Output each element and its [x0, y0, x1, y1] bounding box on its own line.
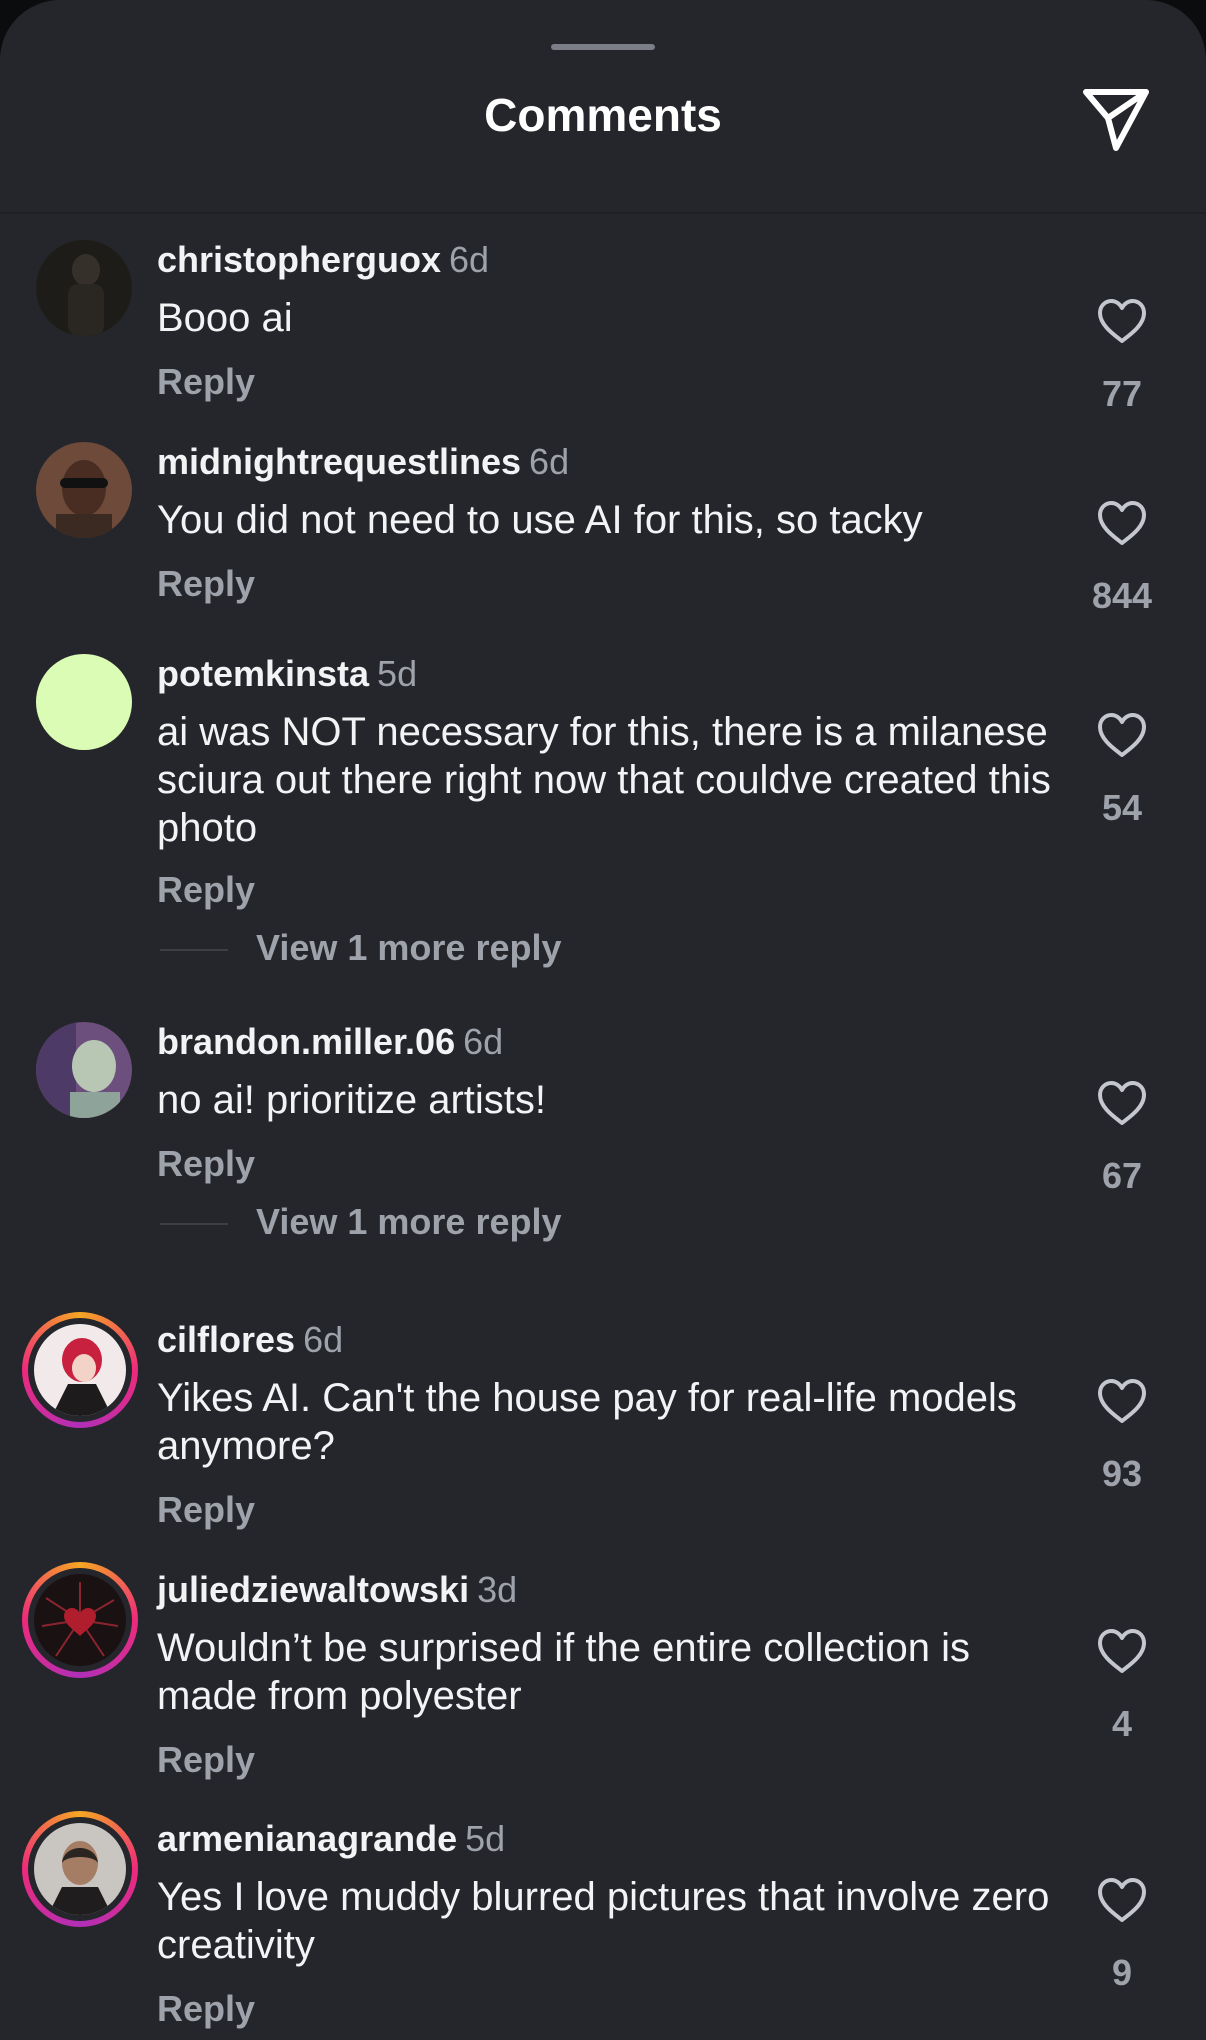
comment-text: You did not need to use AI for this, so …: [157, 498, 923, 542]
like-count: 844: [1091, 575, 1153, 616]
heart-icon[interactable]: [1096, 1877, 1148, 1923]
heart-icon[interactable]: [1096, 1378, 1148, 1424]
avatar[interactable]: [36, 654, 132, 750]
reply-button[interactable]: Reply: [157, 1490, 255, 1530]
timestamp: 6d: [449, 239, 490, 280]
comment-text: Booo ai: [157, 296, 293, 340]
avatar[interactable]: [36, 1022, 132, 1118]
heart-icon[interactable]: [1096, 1628, 1148, 1674]
avatar-photo: [34, 1574, 126, 1666]
reply-button[interactable]: Reply: [157, 1740, 255, 1780]
heart-icon[interactable]: [1096, 500, 1148, 546]
avatar[interactable]: [22, 1562, 138, 1678]
username[interactable]: juliedziewaltowski: [157, 1569, 469, 1610]
page-title: Comments: [484, 89, 722, 141]
comment-text: Yes I love muddy blurred pictures that i…: [157, 1875, 1050, 1967]
reply-button[interactable]: Reply: [157, 870, 255, 910]
like-count: 67: [1101, 1155, 1143, 1196]
username[interactable]: midnightrequestlines: [157, 441, 521, 482]
avatar-photo: [34, 1823, 126, 1915]
timestamp: 6d: [529, 441, 570, 482]
heart-icon[interactable]: [1096, 298, 1148, 344]
comment-text: no ai! prioritize artists!: [157, 1078, 547, 1122]
like-count: 4: [1111, 1703, 1133, 1744]
reply-button[interactable]: Reply: [157, 1144, 255, 1184]
send-icon[interactable]: [1080, 82, 1152, 154]
avatar[interactable]: [36, 442, 132, 538]
reply-button[interactable]: Reply: [157, 564, 255, 604]
reply-button[interactable]: Reply: [157, 1989, 255, 2029]
divider: [160, 1223, 228, 1225]
avatar[interactable]: [36, 240, 132, 336]
avatar-photo: [36, 240, 132, 336]
avatar-ring-gap: [28, 1568, 132, 1672]
divider: [160, 949, 228, 951]
avatar-photo: [36, 442, 132, 538]
heart-icon[interactable]: [1096, 712, 1148, 758]
comment-text: Wouldn’t be surprised if the entire coll…: [157, 1626, 971, 1718]
timestamp: 5d: [377, 653, 418, 694]
reply-button[interactable]: Reply: [157, 362, 255, 402]
username[interactable]: christopherguox: [157, 239, 441, 280]
avatar-photo: [34, 1324, 126, 1416]
view-more-label[interactable]: View 1 more reply: [256, 928, 562, 968]
timestamp: 6d: [303, 1319, 344, 1360]
like-count: 77: [1101, 373, 1143, 414]
like-count: 93: [1101, 1453, 1143, 1494]
heart-icon[interactable]: [1096, 1080, 1148, 1126]
avatar-photo: [36, 1022, 132, 1118]
comment-text: Yikes AI. Can't the house pay for real-l…: [157, 1376, 1017, 1468]
view-more-label[interactable]: View 1 more reply: [256, 1202, 562, 1242]
avatar-ring-gap: [28, 1318, 132, 1422]
sheet-header: Comments: [0, 0, 1206, 214]
avatar[interactable]: [22, 1312, 138, 1428]
avatar-ring-gap: [28, 1817, 132, 1921]
username[interactable]: potemkinsta: [157, 653, 369, 694]
timestamp: 5d: [465, 1818, 506, 1859]
username[interactable]: armenianagrande: [157, 1818, 457, 1859]
comment-text: ai was NOT necessary for this, there is …: [157, 710, 1051, 850]
like-count: 9: [1111, 1952, 1133, 1993]
username[interactable]: brandon.miller.06: [157, 1021, 455, 1062]
username[interactable]: cilflores: [157, 1319, 295, 1360]
comments-sheet: Comments christopherguox 6d Booo ai Reply…: [0, 0, 1206, 2040]
like-count: 54: [1101, 787, 1143, 828]
timestamp: 3d: [477, 1569, 518, 1610]
timestamp: 6d: [463, 1021, 504, 1062]
avatar[interactable]: [22, 1811, 138, 1927]
